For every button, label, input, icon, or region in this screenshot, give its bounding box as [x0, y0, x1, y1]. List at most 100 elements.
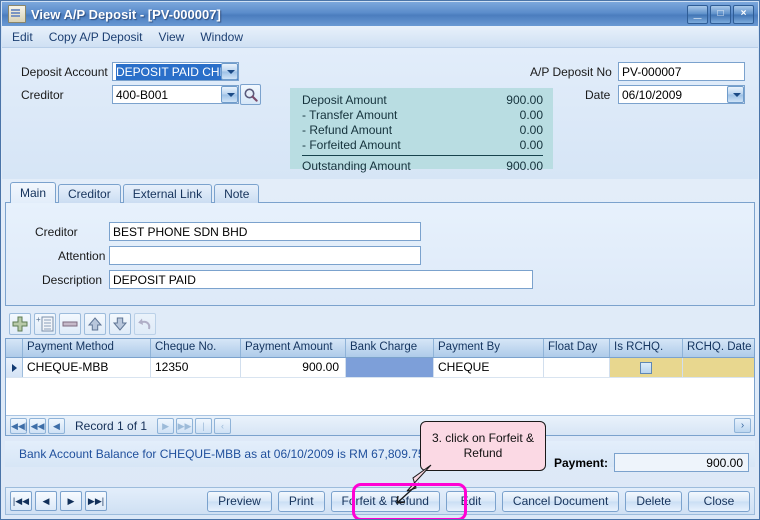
tab-label: Main [20, 186, 47, 200]
panel-description-label: Description [42, 273, 103, 287]
panel-attention-input[interactable] [109, 246, 421, 265]
grid-header-rchq-date[interactable]: RCHQ. Date [683, 339, 754, 357]
table-row[interactable]: CHEQUE-MBB 12350 900.00 CHEQUE [6, 358, 754, 378]
header-form: Deposit Account DEPOSIT PAID CHEQU Credi… [2, 48, 758, 179]
row-indicator-icon [6, 358, 23, 377]
cell-payment-method[interactable]: CHEQUE-MBB [23, 358, 151, 377]
cell-float-day[interactable] [544, 358, 610, 377]
creditor-dropdown-icon[interactable] [221, 86, 238, 103]
date-input[interactable]: 06/10/2009 [618, 85, 745, 104]
summary-value: 0.00 [519, 123, 543, 137]
summary-value: 900.00 [506, 93, 543, 107]
title-bar: View A/P Deposit - [PV-000007] _ □ × [2, 2, 758, 27]
summary-total-label: Outstanding Amount [302, 159, 411, 173]
cell-cheque-no[interactable]: 12350 [151, 358, 241, 377]
grid-first-record-button[interactable]: ◀◀| [10, 417, 27, 434]
deposit-account-dropdown-icon[interactable] [221, 63, 238, 80]
grid-header-cheque-no[interactable]: Cheque No. [151, 339, 241, 357]
close-button-bottom[interactable]: Close [688, 490, 750, 512]
payment-total-area: Payment: 900.00 [554, 453, 749, 472]
maximize-button[interactable]: □ [710, 4, 731, 24]
cancel-document-button[interactable]: Cancel Document [501, 490, 620, 512]
minimize-glyph: _ [693, 3, 702, 20]
deposit-account-label: Deposit Account [21, 65, 108, 79]
ap-deposit-no-input[interactable]: PV-000007 [618, 62, 745, 81]
summary-value: 0.00 [519, 108, 543, 122]
grid-collapse-button[interactable]: ‹ [214, 417, 232, 434]
grid-header-payment-by[interactable]: Payment By [434, 339, 544, 357]
window-title: View A/P Deposit - [PV-000007] [31, 6, 221, 22]
grid-scroll-right-button[interactable]: › [734, 418, 751, 433]
undo-button[interactable] [134, 313, 156, 335]
date-dropdown-icon[interactable] [727, 86, 744, 103]
tab-main[interactable]: Main [10, 182, 57, 203]
delete-button[interactable]: Delete [625, 490, 682, 512]
cell-bank-charge[interactable] [346, 358, 434, 377]
tab-creditor[interactable]: Creditor [58, 184, 121, 203]
tab-note[interactable]: Note [214, 184, 260, 203]
menu-item-view[interactable]: View [159, 30, 185, 44]
bank-balance-text: Bank Account Balance for CHEQUE-MBB as a… [19, 447, 425, 461]
preview-button[interactable]: Preview [207, 490, 272, 512]
is-rchq-checkbox[interactable] [640, 361, 652, 374]
callout-tail-icon [396, 464, 432, 504]
panel-creditor-input[interactable]: BEST PHONE SDN BHD [109, 222, 421, 241]
minimize-button[interactable]: _ [687, 3, 708, 24]
grid-next-record-button[interactable]: ▶ [157, 417, 175, 434]
menu-item-copy-ap-deposit[interactable]: Copy A/P Deposit [49, 30, 143, 44]
ap-deposit-no-label: A/P Deposit No [530, 65, 612, 79]
insert-row-icon: + [36, 315, 54, 332]
insert-row-button[interactable]: + [34, 313, 56, 335]
creditor-input[interactable]: 400-B001 [112, 85, 239, 104]
grid-header-bank-charge[interactable]: Bank Charge [346, 339, 434, 357]
grid-header-payment-amount[interactable]: Payment Amount [241, 339, 346, 357]
instruction-callout-text: 3. click on Forfeit & Refund [431, 431, 535, 460]
panel-description-input[interactable]: DEPOSIT PAID [109, 270, 533, 289]
cell-payment-amount[interactable]: 900.00 [241, 358, 346, 377]
grid-header-float-day[interactable]: Float Day [544, 339, 610, 357]
first-record-button[interactable]: |◀◀ [10, 491, 32, 511]
cell-payment-by[interactable]: CHEQUE [434, 358, 544, 377]
panel-attention-label: Attention [58, 249, 106, 263]
document-icon [8, 5, 26, 23]
bottom-toolbar: |◀◀ ◀ ▶ ▶▶| Preview Print Forfeit & Refu… [5, 487, 755, 515]
creditor-search-button[interactable] [240, 84, 261, 105]
application-window: View A/P Deposit - [PV-000007] _ □ × Edi… [0, 0, 760, 520]
tab-strip: Main Creditor External Link Note [10, 182, 260, 203]
add-row-button[interactable] [9, 313, 31, 335]
tab-label: Note [224, 187, 250, 201]
arrow-down-icon [112, 317, 128, 331]
grid-header-row: Payment Method Cheque No. Payment Amount… [6, 339, 754, 358]
prev-record-button[interactable]: ◀ [35, 491, 57, 511]
panel-description-value: DEPOSIT PAID [113, 272, 196, 287]
tab-external-link[interactable]: External Link [122, 184, 213, 203]
grid-next-page-button[interactable]: ▶▶ [176, 417, 194, 434]
payment-value: 900.00 [614, 453, 749, 472]
move-up-button[interactable] [84, 313, 106, 335]
grid-last-record-button[interactable]: |▶▶ [195, 417, 213, 435]
summary-row-refund-amount: - Refund Amount 0.00 [302, 123, 543, 138]
minus-icon [62, 321, 78, 327]
grid-header-is-rchq[interactable]: Is RCHQ. [610, 339, 683, 357]
payment-grid: Payment Method Cheque No. Payment Amount… [5, 338, 755, 436]
print-button[interactable]: Print [277, 490, 325, 512]
grid-header-payment-method[interactable]: Payment Method [23, 339, 151, 357]
grid-record-navigator: ◀◀| ◀◀ ◀ Record 1 of 1 ▶ ▶▶ |▶▶ ‹ › [6, 415, 754, 435]
cell-is-rchq[interactable] [610, 358, 683, 377]
close-button[interactable]: × [733, 4, 754, 24]
grid-prev-page-button[interactable]: ◀◀ [29, 417, 46, 434]
grid-toolbar: + [9, 313, 156, 335]
grid-prev-record-button[interactable]: ◀ [48, 417, 65, 434]
next-record-button[interactable]: ▶ [60, 491, 82, 511]
deposit-account-input[interactable]: DEPOSIT PAID CHEQU [112, 62, 239, 81]
menu-item-edit[interactable]: Edit [12, 30, 33, 44]
svg-text:+: + [36, 315, 41, 324]
record-nav-buttons: |◀◀ ◀ ▶ ▶▶| [10, 491, 107, 511]
undo-icon [138, 318, 151, 330]
menu-item-window[interactable]: Window [200, 30, 243, 44]
last-record-button[interactable]: ▶▶| [85, 491, 107, 511]
move-down-button[interactable] [109, 313, 131, 335]
cell-rchq-date[interactable] [683, 358, 754, 377]
delete-row-button[interactable] [59, 313, 81, 335]
edit-button[interactable]: Edit [445, 490, 496, 512]
